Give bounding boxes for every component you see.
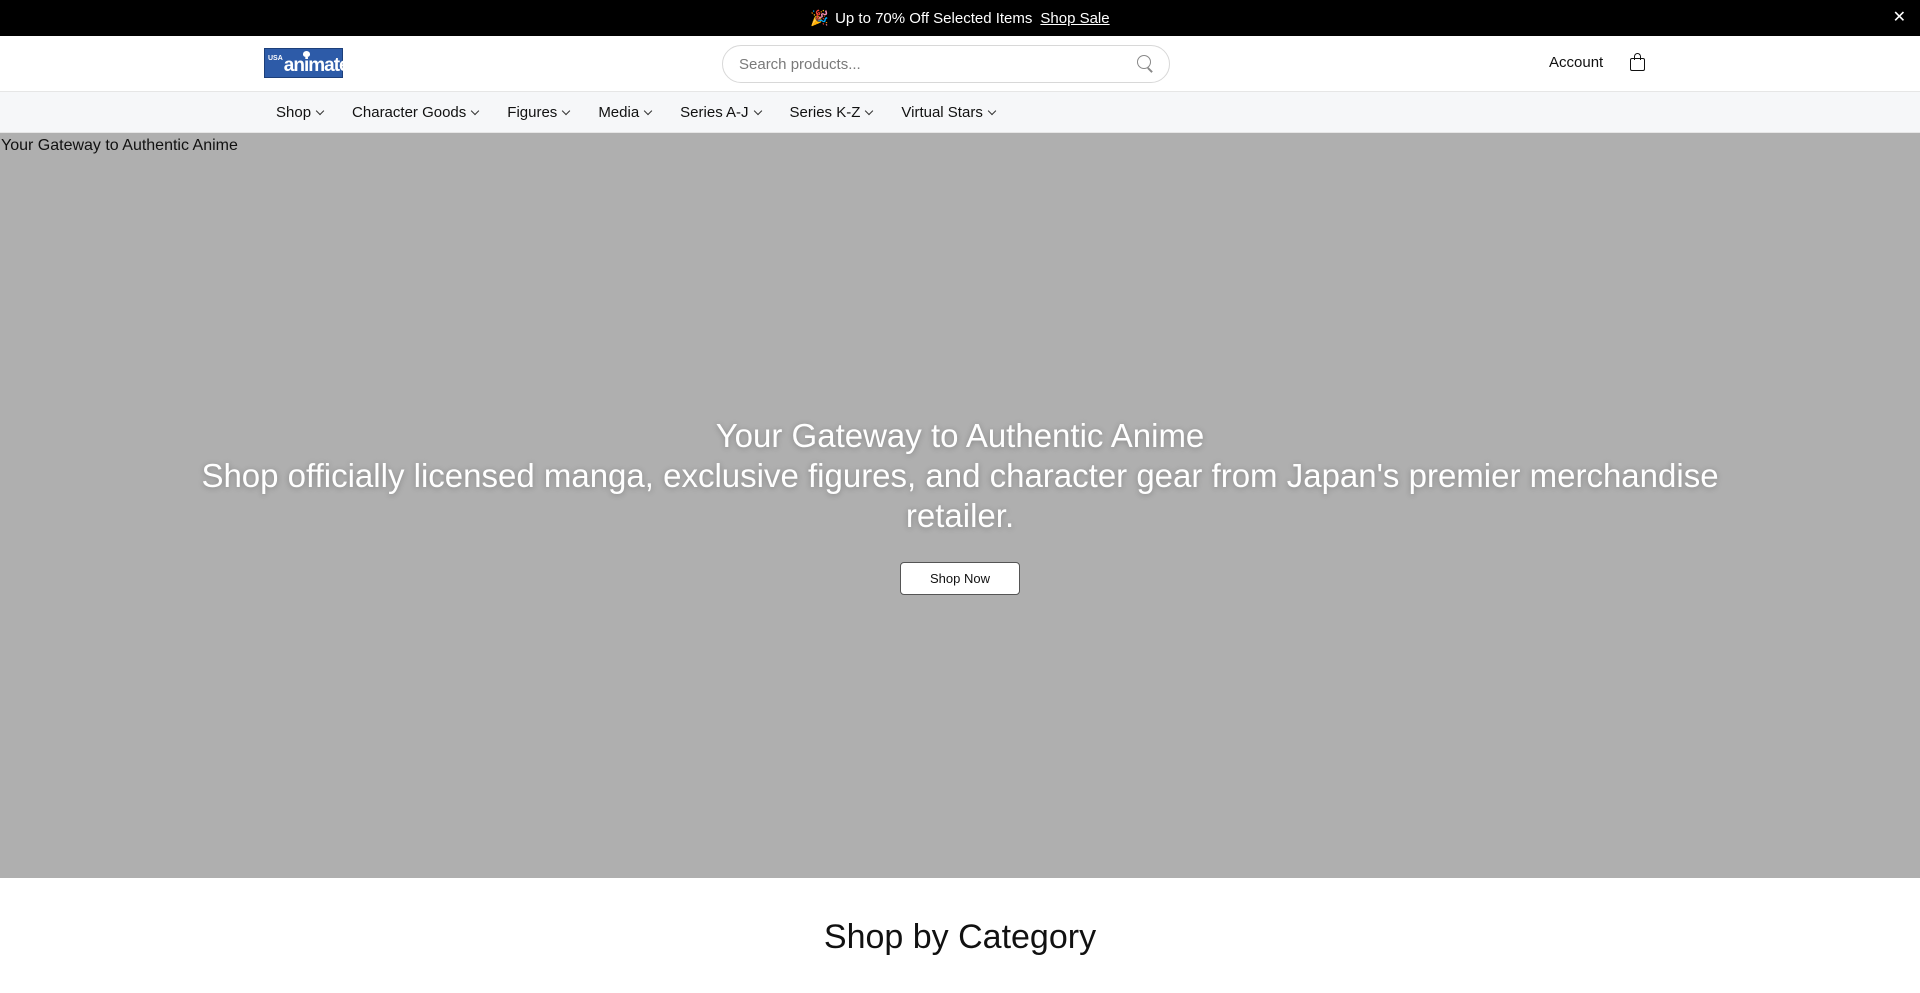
shopping-bag-icon[interactable]: [1630, 53, 1645, 71]
nav-item-figures[interactable]: Figures: [507, 103, 571, 121]
nav-item-label: Series K-Z: [789, 103, 861, 121]
search-input[interactable]: [739, 55, 1137, 73]
announcement-bar: 🎉 Up to 70% Off Selected Items Shop Sale…: [0, 0, 1920, 36]
main-nav: Shop Character Goods Figures Media Serie…: [0, 92, 1920, 133]
nav-item-virtual-stars[interactable]: Virtual Stars: [901, 103, 997, 121]
chevron-down-icon: [471, 106, 480, 115]
section-heading: Shop by Category: [823, 918, 1097, 956]
chevron-down-icon: [562, 106, 571, 115]
chevron-down-icon: [643, 106, 653, 115]
hero-image-alt-text: Your Gateway to Authentic Anime: [0, 137, 238, 155]
announcement-text: Up to 70% Off Selected Items: [835, 9, 1033, 27]
hero-banner: Your Gateway to Authentic Anime Your Gat…: [0, 133, 1920, 878]
chevron-down-icon: [753, 106, 762, 115]
account-link[interactable]: Account: [1549, 54, 1603, 71]
shop-by-category-section: Shop by Category: [0, 878, 1920, 957]
bag-body: [1630, 58, 1645, 71]
nav-item-media[interactable]: Media: [598, 103, 653, 121]
chevron-down-icon: [987, 106, 997, 115]
party-popper-icon: 🎉: [810, 10, 830, 27]
shop-now-button[interactable]: Shop Now: [900, 562, 1020, 595]
chevron-down-icon: [315, 106, 325, 115]
hero-content: Your Gateway to Authentic Anime Shop off…: [0, 416, 1920, 595]
nav-item-series-a-j[interactable]: Series A-J: [680, 103, 762, 121]
animate-logo[interactable]: USA animate: [264, 48, 350, 78]
logo-usa-text: USA: [268, 55, 283, 62]
nav-item-character-goods[interactable]: Character Goods: [352, 103, 480, 121]
hero-title: Your Gateway to Authentic Anime: [715, 417, 1205, 454]
nav-item-label: Media: [598, 103, 640, 121]
nav-item-series-k-z[interactable]: Series K-Z: [789, 103, 874, 121]
hero-subtitle: Shop officially licensed manga, exclusiv…: [201, 457, 1719, 534]
search-icon[interactable]: [1137, 55, 1155, 73]
nav-item-label: Shop: [276, 103, 312, 121]
nav-item-label: Series A-J: [680, 103, 749, 121]
search-bar: [722, 45, 1170, 83]
nav-item-label: Character Goods: [352, 103, 467, 121]
chevron-down-icon: [865, 106, 874, 115]
nav-item-label: Figures: [507, 103, 558, 121]
close-icon[interactable]: ✕: [1893, 10, 1906, 26]
logo-bird-icon: [303, 51, 310, 57]
hero-image-alt: Your Gateway to Authentic Anime: [1, 137, 238, 154]
logo-wordmark: animate: [283, 54, 350, 76]
nav-item-label: Virtual Stars: [901, 103, 983, 121]
site-header: USA animate Account: [0, 36, 1920, 92]
nav-item-shop[interactable]: Shop: [276, 103, 325, 121]
shop-sale-link[interactable]: Shop Sale: [1040, 10, 1109, 27]
